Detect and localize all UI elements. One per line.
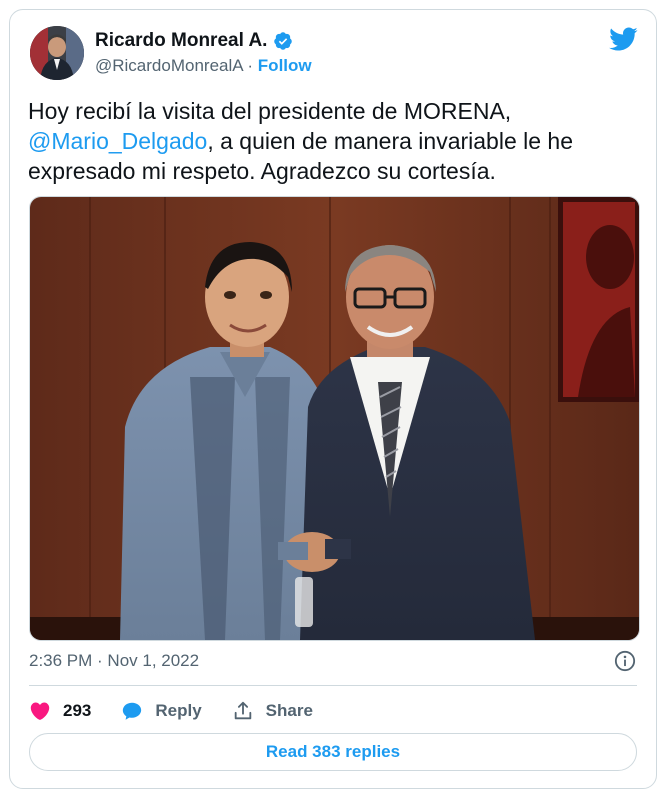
tweet-text: Hoy recibí la visita del presidente de M…: [28, 96, 628, 186]
share-button[interactable]: Share: [232, 700, 313, 722]
reply-button[interactable]: Reply: [121, 700, 202, 722]
avatar-image: [30, 26, 84, 80]
author-name-row[interactable]: Ricardo Monreal A.: [95, 30, 293, 52]
avatar[interactable]: [30, 26, 84, 80]
reply-bubble-icon: [123, 702, 142, 720]
author-handle-row: @RicardoMonrealA · Follow: [95, 56, 312, 76]
author-handle[interactable]: @RicardoMonrealA: [95, 56, 243, 75]
mention-link[interactable]: @Mario_Delgado: [28, 128, 207, 154]
share-label: Share: [265, 701, 313, 720]
tweet-timestamp[interactable]: 2:36 PM · Nov 1, 2022: [29, 651, 199, 671]
like-button[interactable]: 293: [29, 700, 91, 722]
likes-count: 293: [63, 701, 92, 720]
twitter-bird-icon[interactable]: [608, 26, 638, 52]
read-replies-label: Read 383 replies: [265, 742, 401, 761]
separator: ·: [247, 56, 254, 75]
tweet-photo[interactable]: [29, 196, 640, 641]
tweet-card: Ricardo Monreal A. @RicardoMonrealA · Fo…: [9, 9, 657, 789]
reply-label: Reply: [155, 701, 202, 720]
tweet-text-part1: Hoy recibí la visita del presidente de M…: [28, 98, 512, 124]
heart-icon: [30, 702, 50, 720]
author-name[interactable]: Ricardo Monreal A.: [95, 30, 267, 52]
divider: [29, 685, 637, 686]
action-bar: 293 Reply Share: [29, 696, 343, 726]
info-icon[interactable]: [614, 650, 636, 672]
share-icon: [234, 701, 251, 720]
follow-button[interactable]: Follow: [258, 56, 312, 75]
read-replies-button[interactable]: Read 383 replies: [29, 733, 637, 771]
verified-badge-icon: [274, 32, 293, 50]
tweet-photo-image: [30, 197, 639, 640]
